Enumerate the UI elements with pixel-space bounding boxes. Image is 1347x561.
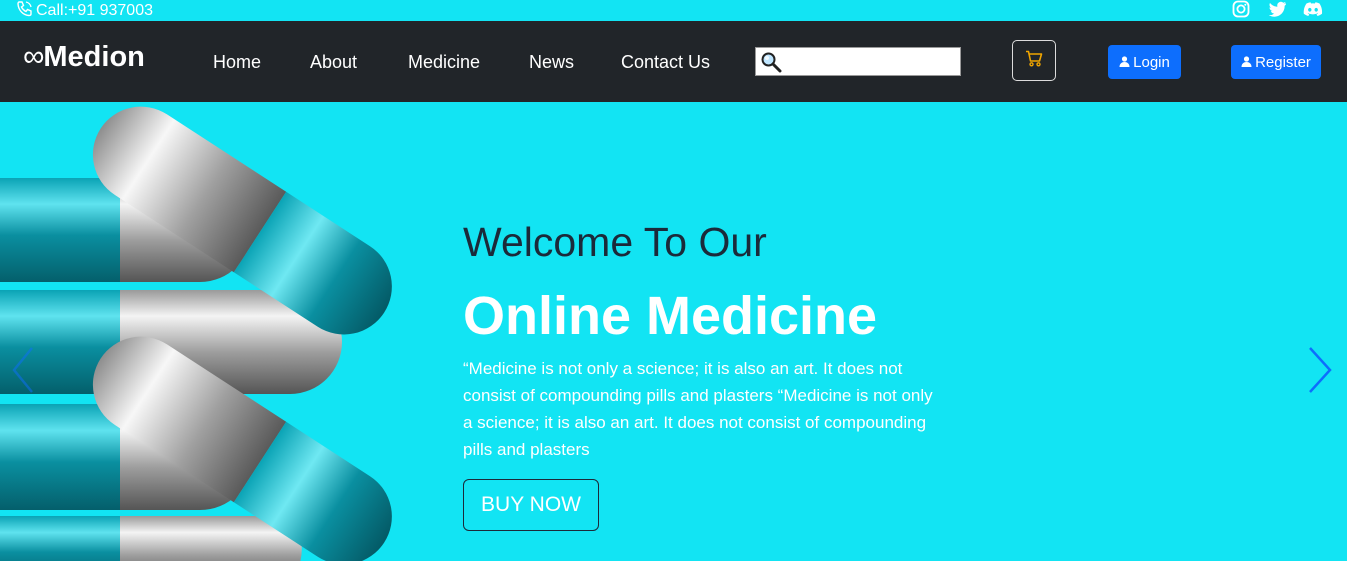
- hero-carousel: Welcome To Our Online Medicine “Medicine…: [0, 102, 1347, 561]
- login-button[interactable]: Login: [1108, 45, 1181, 79]
- cart-icon: [1025, 50, 1043, 72]
- nav-link-home[interactable]: Home: [213, 52, 261, 73]
- call-text: Call:+91 937003: [36, 2, 153, 19]
- nav-link-news[interactable]: News: [529, 52, 574, 73]
- nav-link-about[interactable]: About: [310, 52, 357, 73]
- nav-link-contact-us[interactable]: Contact Us: [621, 52, 710, 73]
- capsules-image: [0, 106, 392, 561]
- infinity-icon: ∞: [23, 40, 44, 73]
- phone-icon: [16, 0, 34, 22]
- user-icon: [1119, 54, 1130, 71]
- social-links: [1231, 0, 1323, 18]
- user-icon: [1241, 54, 1252, 71]
- main-navbar: ∞ Medion Home About Medicine News Contac…: [0, 21, 1347, 102]
- carousel-next-arrow[interactable]: [1306, 345, 1336, 395]
- twitter-icon[interactable]: [1267, 0, 1287, 18]
- search-input[interactable]: [784, 50, 958, 75]
- cart-button[interactable]: [1012, 40, 1056, 81]
- brand-logo[interactable]: ∞ Medion: [23, 40, 145, 74]
- login-label: Login: [1133, 53, 1170, 71]
- hero-pre-title: Welcome To Our: [463, 219, 767, 265]
- hero-title: Online Medicine: [463, 286, 878, 346]
- hero-description: “Medicine is not only a science; it is a…: [463, 359, 933, 459]
- search-icon[interactable]: [760, 51, 782, 73]
- carousel-prev-arrow[interactable]: [8, 345, 38, 395]
- register-button[interactable]: Register: [1231, 45, 1321, 79]
- buy-now-button[interactable]: BUY NOW: [463, 479, 599, 531]
- register-label: Register: [1255, 53, 1311, 71]
- call-info: Call:+91 937003: [16, 0, 153, 22]
- top-contact-bar: Call:+91 937003: [0, 0, 1347, 21]
- brand-name: Medion: [43, 40, 145, 73]
- search-box: [755, 47, 961, 76]
- discord-icon[interactable]: [1303, 0, 1323, 18]
- instagram-icon[interactable]: [1231, 0, 1251, 18]
- nav-link-medicine[interactable]: Medicine: [408, 52, 480, 73]
